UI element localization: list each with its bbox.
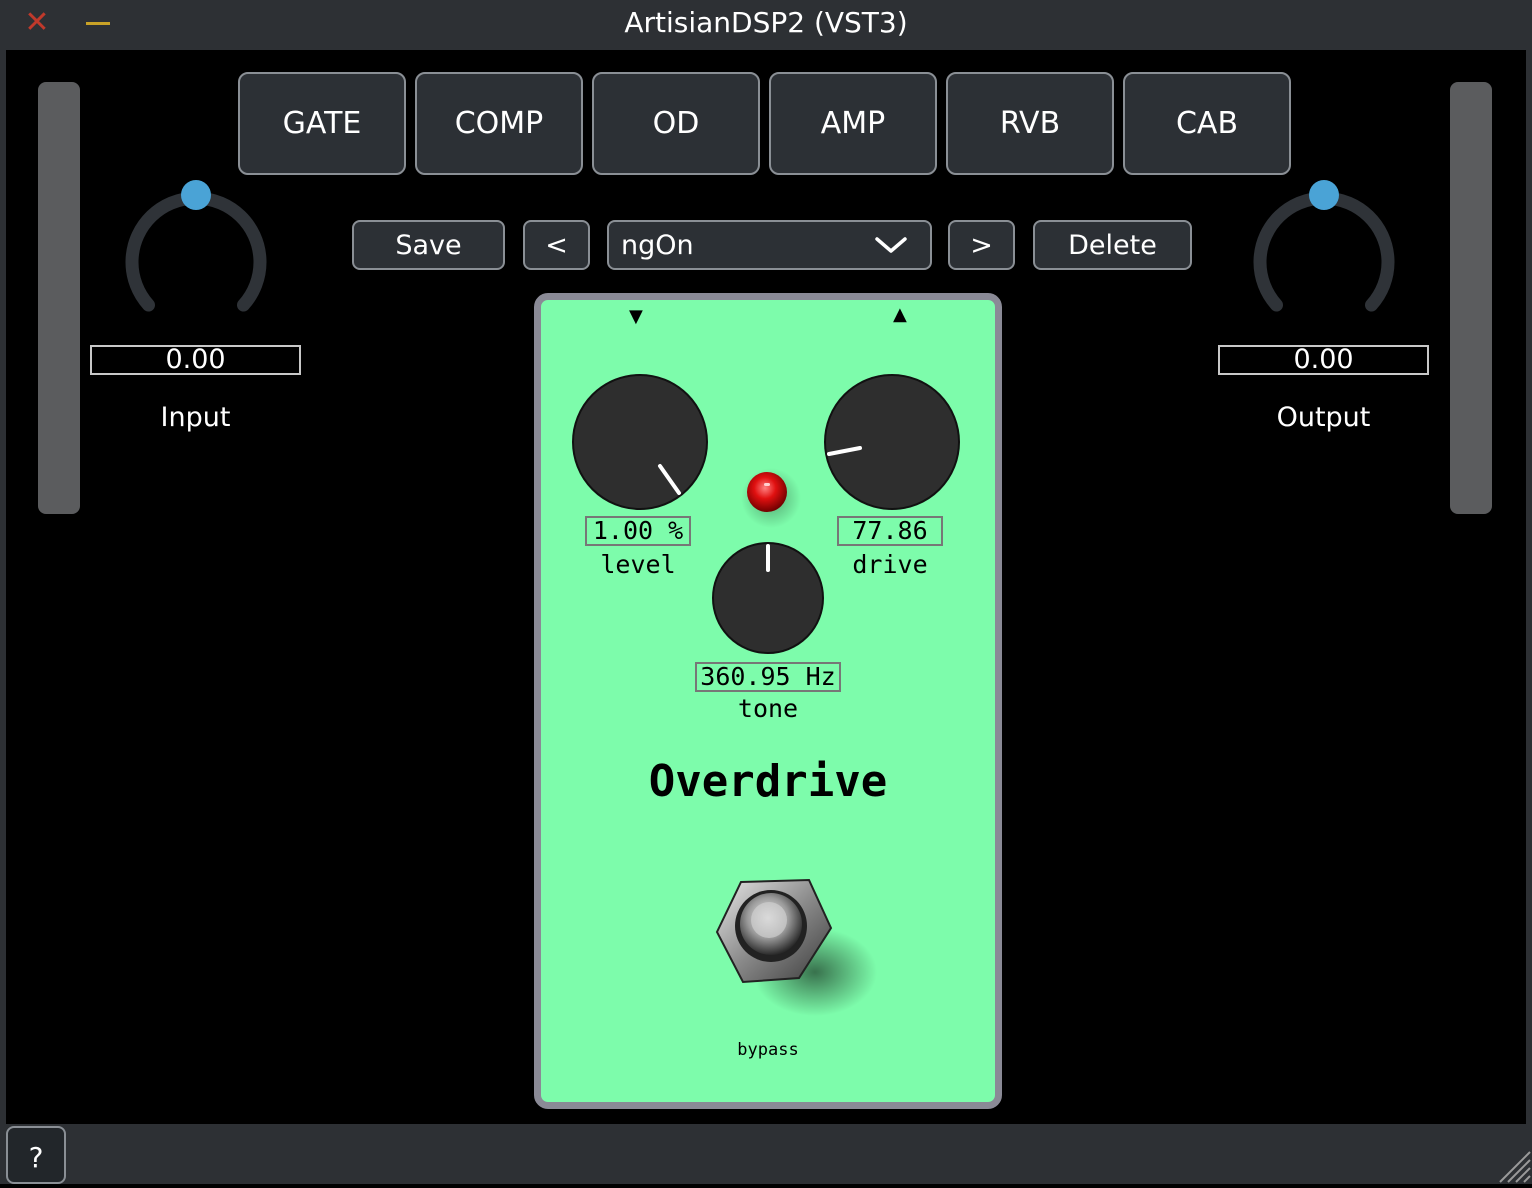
preset-select[interactable]: ngOn <box>607 220 932 270</box>
resize-grip-icon[interactable] <box>1492 1144 1532 1184</box>
output-level-slider[interactable] <box>1450 82 1492 514</box>
module-rvb-button[interactable]: RVB <box>946 72 1114 175</box>
level-label: level <box>600 550 676 579</box>
module-cab-button[interactable]: CAB <box>1123 72 1291 175</box>
save-preset-button[interactable]: Save <box>352 220 505 270</box>
input-label: Input <box>160 402 231 433</box>
input-value-display[interactable]: 0.00 <box>90 345 301 375</box>
tone-label: tone <box>737 694 799 723</box>
level-knob[interactable] <box>570 372 710 512</box>
bypass-label: bypass <box>737 1040 799 1060</box>
previous-preset-button[interactable]: < <box>523 220 590 270</box>
input-jack-arrow-icon: ▼ <box>629 306 643 327</box>
delete-preset-button[interactable]: Delete <box>1033 220 1192 270</box>
input-gain-knob[interactable] <box>120 175 272 320</box>
overdrive-pedal: ▼ ▲ 1.00 % level 77.86 drive 360.95 Hz t… <box>534 293 1002 1109</box>
output-jack-arrow-icon: ▲ <box>893 304 907 325</box>
output-value-display[interactable]: 0.00 <box>1218 345 1429 375</box>
pedal-name: Overdrive <box>648 756 888 807</box>
title-bar: ✕ ArtisianDSP2 (VST3) <box>0 0 1532 50</box>
plugin-window: ✕ ArtisianDSP2 (VST3) GATE COMP OD AMP R… <box>0 0 1532 1184</box>
drive-label: drive <box>852 550 928 579</box>
chevron-down-icon <box>875 237 907 253</box>
output-label: Output <box>1276 402 1371 433</box>
drive-value[interactable]: 77.86 <box>837 516 943 546</box>
output-gain-knob[interactable] <box>1248 175 1400 320</box>
level-value[interactable]: 1.00 % <box>585 516 691 546</box>
module-comp-button[interactable]: COMP <box>415 72 583 175</box>
bottom-bar <box>0 1124 1532 1184</box>
window-title: ArtisianDSP2 (VST3) <box>624 6 908 39</box>
status-led <box>741 468 801 528</box>
tone-knob[interactable] <box>710 540 826 656</box>
module-gate-button[interactable]: GATE <box>238 72 406 175</box>
bypass-footswitch[interactable] <box>703 872 893 1032</box>
help-button[interactable]: ? <box>6 1126 66 1184</box>
drive-knob[interactable] <box>822 372 962 512</box>
tone-value[interactable]: 360.95 Hz <box>695 662 841 692</box>
preset-select-value: ngOn <box>621 229 694 261</box>
module-amp-button[interactable]: AMP <box>769 72 937 175</box>
module-od-button[interactable]: OD <box>592 72 760 175</box>
next-preset-button[interactable]: > <box>948 220 1015 270</box>
input-level-slider[interactable] <box>38 82 80 514</box>
